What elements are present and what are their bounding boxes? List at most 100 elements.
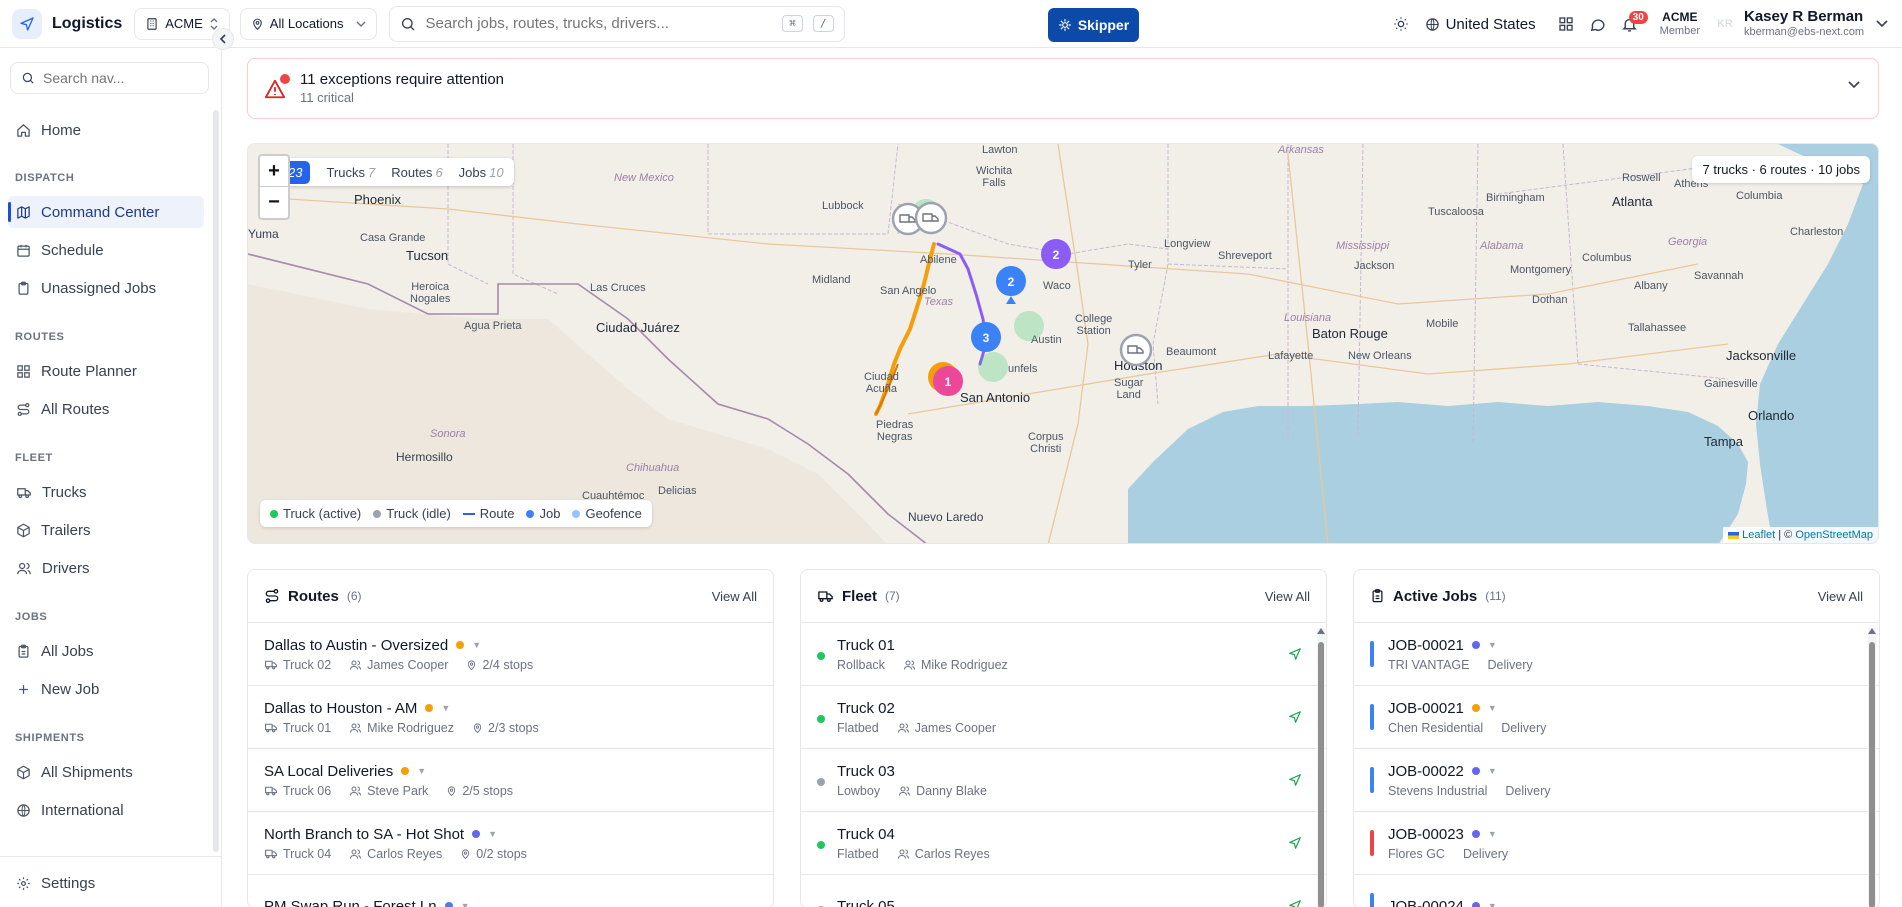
jobs-scrollbar[interactable] <box>1868 628 1876 907</box>
chevron-down-icon[interactable]: ▼ <box>441 703 450 713</box>
sidebar-item-drivers[interactable]: Drivers <box>8 552 204 584</box>
country-selector[interactable]: United States <box>1425 16 1536 33</box>
sidebar-item-home[interactable]: Home <box>8 114 204 146</box>
chevron-down-icon[interactable] <box>1876 20 1888 28</box>
route-stops: 2/4 stops <box>482 657 534 672</box>
route-row[interactable]: Dallas to Austin - Oversized ▼ Truck 02 Jam… <box>248 623 773 686</box>
sidebar-item-schedule[interactable]: Schedule <box>8 234 204 266</box>
sidebar-item-route-planner[interactable]: Route Planner <box>8 355 204 387</box>
view-all-jobs-link[interactable]: View All <box>1818 589 1863 604</box>
messages-button[interactable] <box>1582 8 1614 40</box>
navigation-arrow-icon[interactable] <box>1288 773 1302 787</box>
fleet-row[interactable]: Truck 01 Rollback Mike Rodriguez <box>801 623 1326 686</box>
fleet-row[interactable]: Truck 02 Flatbed James Cooper <box>801 686 1326 749</box>
app-name: Logistics <box>52 14 123 32</box>
route-status-dot <box>444 902 453 907</box>
osm-link[interactable]: OpenStreetMap <box>1795 529 1873 541</box>
job-customer: Stevens Industrial <box>1388 783 1488 798</box>
avatar[interactable]: KR <box>1714 13 1736 35</box>
filter-tab-trucks[interactable]: Trucks 7 <box>326 165 375 180</box>
layout-grid-icon <box>17 364 30 378</box>
truck-marker <box>914 201 948 235</box>
theme-toggle[interactable] <box>1385 8 1417 40</box>
globe-icon <box>1425 17 1439 31</box>
job-row[interactable]: JOB-00022 ▼ Stevens Industrial Delivery <box>1354 749 1879 812</box>
notifications-button[interactable]: 30 <box>1614 8 1648 40</box>
job-row[interactable]: JOB-00021 ▼ TRI VANTAGE Delivery <box>1354 623 1879 686</box>
command-map[interactable]: Phoenix Yuma Casa Grande Tucson Heroica … <box>247 143 1879 544</box>
nav-search-input[interactable] <box>43 70 193 86</box>
sidebar-item-international[interactable]: International <box>8 794 204 826</box>
chevron-down-icon[interactable]: ▼ <box>1488 703 1497 713</box>
navigation-arrow-icon[interactable] <box>1288 710 1302 724</box>
job-row[interactable]: JOB-00024 ▼ <box>1354 875 1879 907</box>
job-customer: TRI VANTAGE <box>1388 657 1470 672</box>
job-priority-bar <box>1370 704 1374 730</box>
skipper-button[interactable]: Skipper <box>1048 8 1139 42</box>
location-selector[interactable]: All Locations <box>239 7 377 40</box>
filter-tab-jobs[interactable]: Jobs 10 <box>459 165 504 180</box>
collapse-sidebar-button[interactable] <box>212 28 234 50</box>
chevron-down-icon[interactable]: ▼ <box>461 901 470 907</box>
navigation-arrow-icon[interactable] <box>1288 899 1302 907</box>
route-stop-number: 2 <box>1053 248 1060 262</box>
sidebar-item-new-job[interactable]: New Job <box>8 673 204 705</box>
job-row[interactable]: JOB-00021 ▼ Chen Residential Delivery <box>1354 686 1879 749</box>
sidebar-item-all-jobs[interactable]: All Jobs <box>8 635 204 667</box>
chevron-down-icon[interactable]: ▼ <box>417 766 426 776</box>
job-row[interactable]: JOB-00023 ▼ Flores GC Delivery <box>1354 812 1879 875</box>
legend-item: Job <box>526 506 560 521</box>
chevron-down-icon[interactable]: ▼ <box>1488 829 1497 839</box>
job-id: JOB-00022 <box>1388 762 1464 780</box>
fleet-row[interactable]: Truck 04 Flatbed Carlos Reyes <box>801 812 1326 875</box>
route-icon <box>17 402 30 416</box>
route-row[interactable]: North Branch to SA - Hot Shot ▼ Truck 04 Ca… <box>248 812 773 875</box>
sidebar-item-trailers[interactable]: Trailers <box>8 514 204 546</box>
job-marker: 2 <box>1041 239 1071 269</box>
sidebar-item-all-routes[interactable]: All Routes <box>8 393 204 425</box>
sidebar-item-command-center[interactable]: Command Center <box>8 196 204 228</box>
chevron-down-icon[interactable]: ▼ <box>488 829 497 839</box>
route-meta: Truck 01 Mike Rodriguez 2/3 stops <box>264 721 757 735</box>
fleet-scrollbar[interactable] <box>1317 628 1325 907</box>
navigation-arrow-icon[interactable] <box>1288 836 1302 850</box>
chevron-down-icon[interactable]: ▼ <box>1488 901 1497 907</box>
navigation-arrow-icon[interactable] <box>1288 647 1302 661</box>
chevron-down-icon[interactable]: ▼ <box>472 640 481 650</box>
exceptions-alert[interactable]: 11 exceptions require attention 11 criti… <box>247 58 1879 119</box>
alert-subtitle: 11 critical <box>300 89 354 105</box>
job-marker: 2 <box>996 266 1026 304</box>
nav-search[interactable] <box>10 62 209 94</box>
fleet-row[interactable]: Truck 05 <box>801 875 1326 907</box>
route-row[interactable]: Dallas to Houston - AM ▼ Truck 01 Mike Rodr… <box>248 686 773 749</box>
route-row[interactable]: PM Swap Run - Forest Ln ▼ <box>248 875 773 907</box>
route-stops: 2/5 stops <box>462 783 514 798</box>
view-all-fleet-link[interactable]: View All <box>1265 589 1310 604</box>
route-truck: Truck 02 <box>283 657 332 672</box>
sparkle-gear-icon <box>1058 19 1071 31</box>
chevron-down-icon[interactable] <box>1848 81 1860 89</box>
sidebar-item-unassigned-jobs[interactable]: Unassigned Jobs <box>8 272 204 304</box>
sidebar-item-settings[interactable]: Settings <box>8 867 204 899</box>
legend-item: Route <box>462 506 514 521</box>
chevron-down-icon[interactable]: ▼ <box>1488 766 1497 776</box>
user-menu[interactable]: Kasey R Berman kberman@ebs-next.com <box>1744 8 1864 39</box>
org-role: Member <box>1659 24 1700 37</box>
brand[interactable]: Logistics <box>12 8 123 39</box>
sidebar-scrollbar[interactable] <box>213 110 219 852</box>
map-pin-icon <box>448 785 456 796</box>
fleet-row[interactable]: Truck 03 Lowboy Danny Blake <box>801 749 1326 812</box>
nav-section-shipments: SHIPMENTS <box>15 732 85 744</box>
chevron-down-icon[interactable]: ▼ <box>1488 640 1497 650</box>
sidebar-item-trucks[interactable]: Trucks <box>8 476 204 508</box>
view-all-routes-link[interactable]: View All <box>712 589 757 604</box>
leaflet-link[interactable]: Leaflet <box>1742 529 1775 541</box>
global-search-input[interactable] <box>425 15 773 32</box>
route-row[interactable]: SA Local Deliveries ▼ Truck 06 Steve Park 2/… <box>248 749 773 812</box>
global-search[interactable]: ⌘ / <box>388 5 845 42</box>
apps-button[interactable] <box>1550 8 1582 40</box>
sidebar-item-all-shipments[interactable]: All Shipments <box>8 756 204 788</box>
zoom-out-button[interactable]: − <box>260 187 288 218</box>
zoom-in-button[interactable]: + <box>260 156 288 187</box>
filter-tab-routes[interactable]: Routes 6 <box>391 165 442 180</box>
